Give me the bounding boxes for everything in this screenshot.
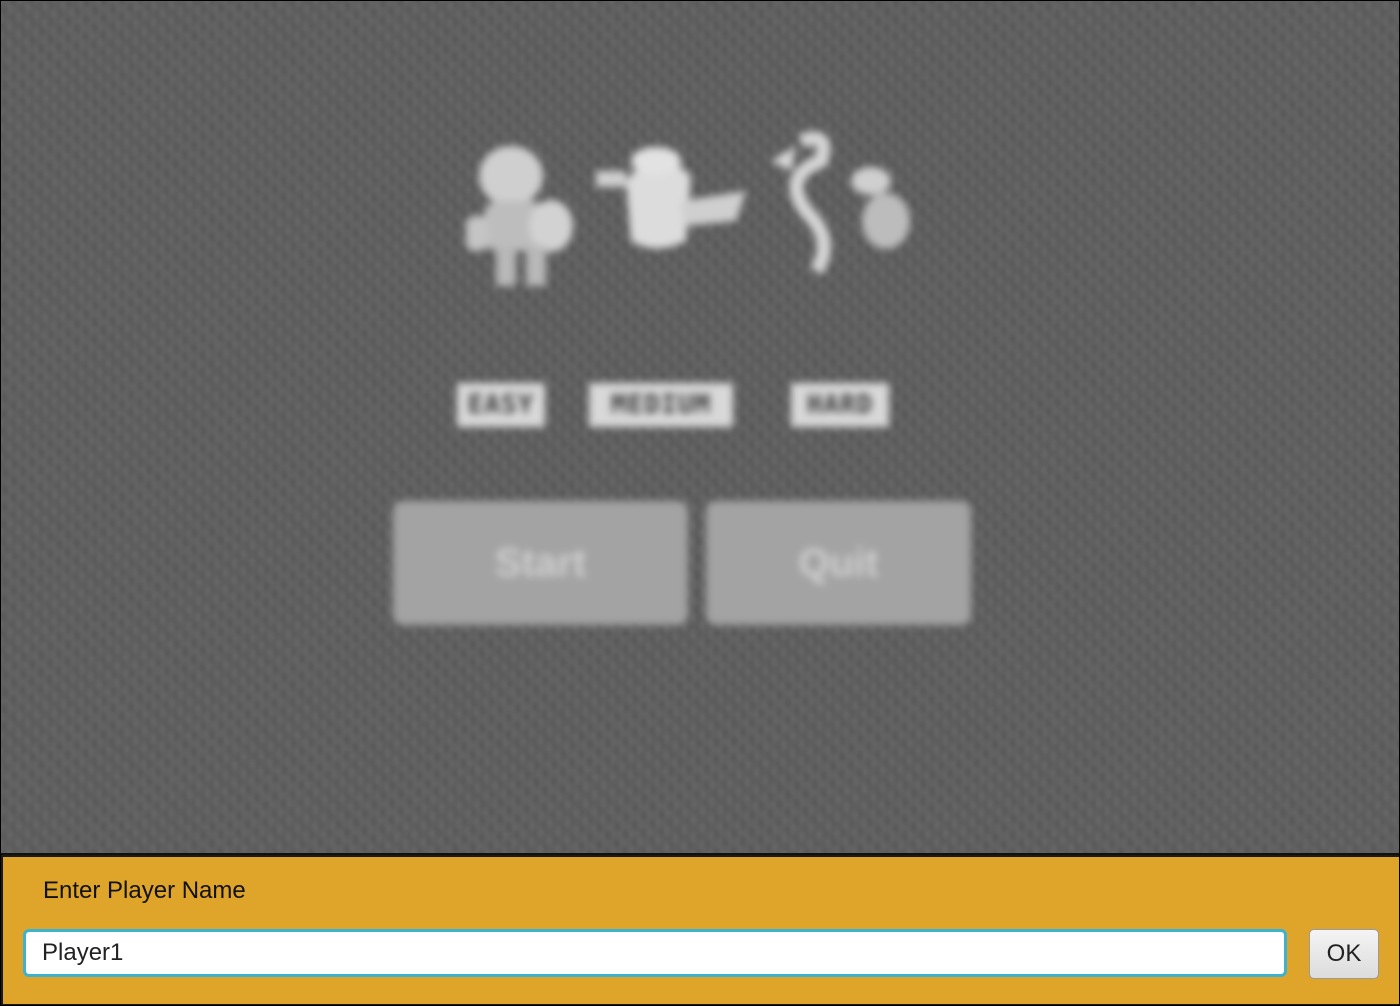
mario-icon bbox=[466, 146, 573, 286]
menu-scene: EASY MEDIUM HARD Start Quit bbox=[1, 1, 1399, 853]
start-button[interactable]: Start bbox=[393, 501, 688, 625]
player-name-input[interactable] bbox=[23, 929, 1287, 977]
player-name-dialog: Enter Player Name OK bbox=[1, 855, 1399, 1005]
game-window: EASY MEDIUM HARD Start Quit Enter Player… bbox=[0, 0, 1400, 1006]
ghost-icon bbox=[596, 147, 746, 249]
difficulty-hard[interactable]: HARD bbox=[791, 383, 889, 427]
quit-button[interactable]: Quit bbox=[706, 501, 971, 625]
difficulty-easy[interactable]: EASY bbox=[457, 383, 545, 427]
dragon-icon bbox=[771, 131, 910, 275]
ok-button[interactable]: OK bbox=[1309, 929, 1379, 979]
player-name-label: Enter Player Name bbox=[43, 877, 246, 904]
difficulty-medium[interactable]: MEDIUM bbox=[589, 383, 733, 427]
blurred-menu: EASY MEDIUM HARD Start Quit bbox=[1, 1, 1399, 853]
